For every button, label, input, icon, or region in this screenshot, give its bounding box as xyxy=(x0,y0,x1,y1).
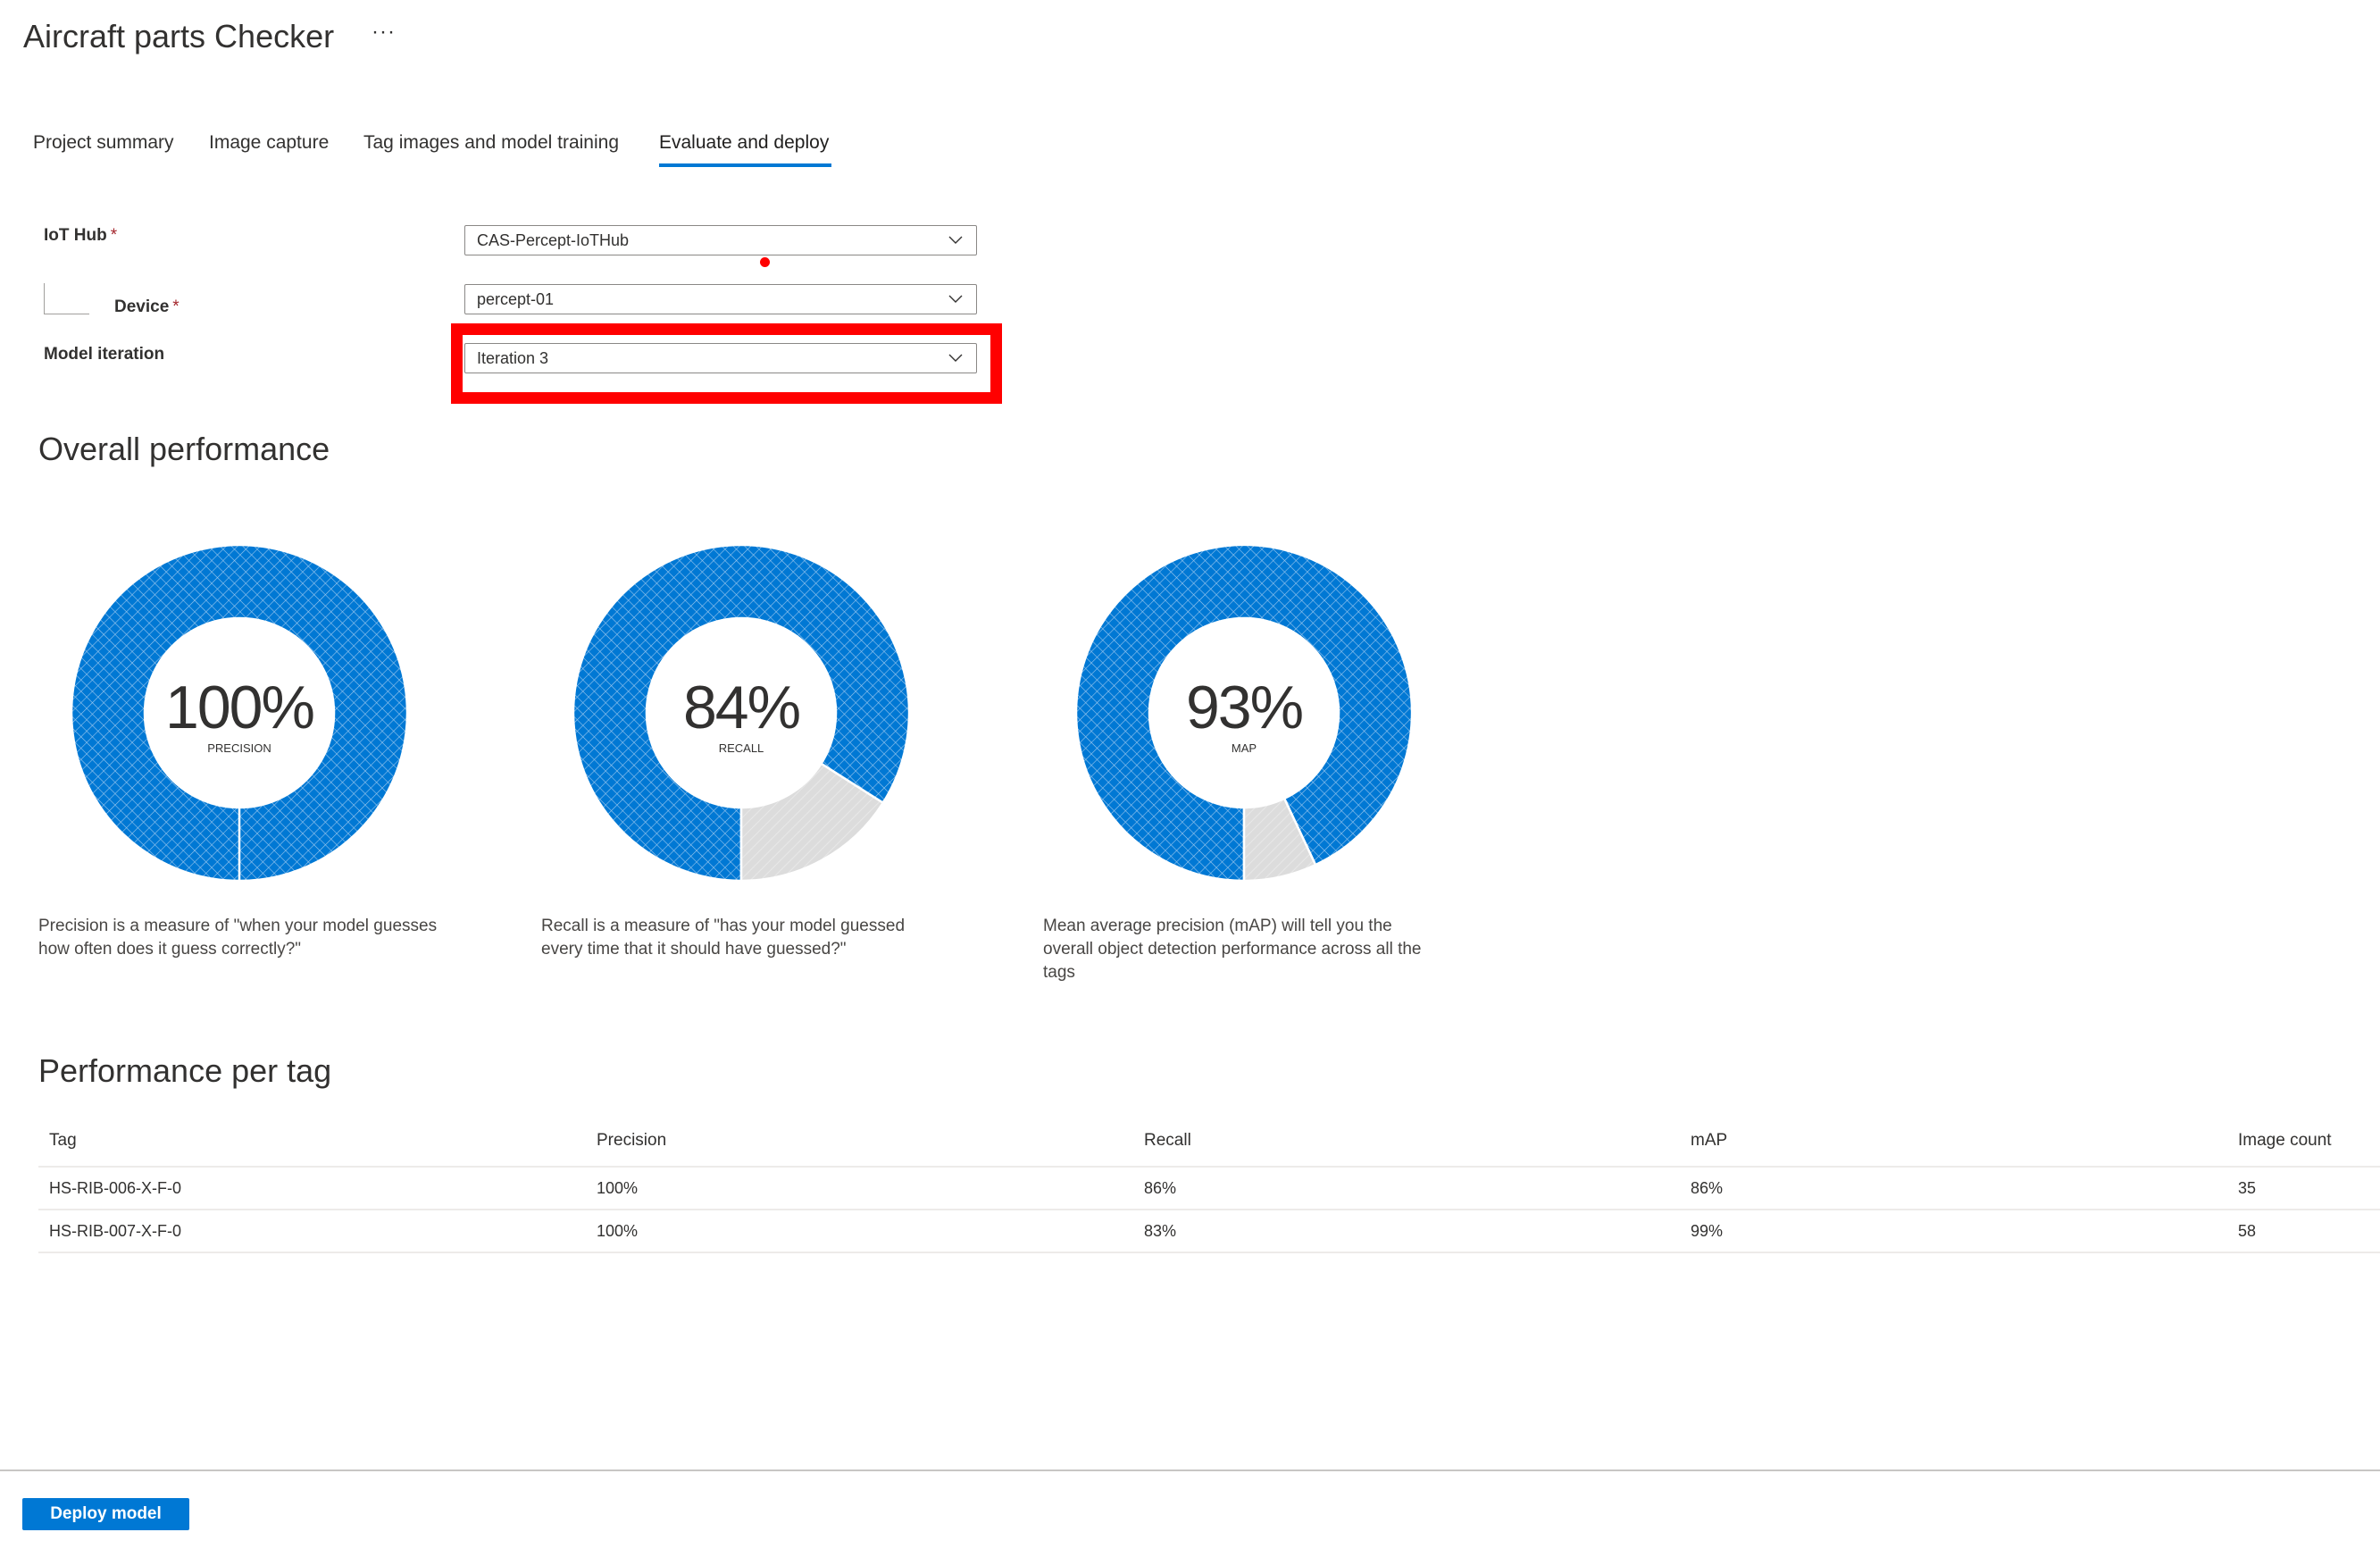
model-iteration-label: Model iteration xyxy=(44,345,165,364)
precision-label: PRECISION xyxy=(207,741,271,755)
cell-precision: 100% xyxy=(597,1222,639,1240)
cell-image-count: 58 xyxy=(2238,1222,2257,1240)
precision-donut: 100% PRECISION xyxy=(70,543,409,883)
tab-project-summary[interactable]: Project summary xyxy=(33,132,174,154)
iot-hub-label-text: IoT Hub xyxy=(44,226,107,245)
tab-evaluate-and-deploy[interactable]: Evaluate and deploy xyxy=(659,132,829,154)
chevron-down-icon xyxy=(948,354,963,362)
map-donut: 93% MAP xyxy=(1074,543,1414,883)
more-options-icon[interactable]: ··· xyxy=(372,20,396,45)
footer-divider xyxy=(0,1469,2380,1471)
iot-hub-value: CAS-Percept-IoTHub xyxy=(477,231,630,249)
required-marker: * xyxy=(172,297,180,316)
model-iteration-value: Iteration 3 xyxy=(477,349,549,367)
cell-recall: 86% xyxy=(1144,1179,1177,1197)
model-iteration-dropdown[interactable]: Iteration 3 xyxy=(464,343,977,373)
chevron-down-icon xyxy=(948,236,963,244)
column-header-map[interactable]: mAP xyxy=(1691,1131,1727,1151)
column-header-image-count[interactable]: Image count xyxy=(2238,1131,2332,1151)
column-header-tag[interactable]: Tag xyxy=(49,1131,77,1151)
device-dropdown[interactable]: percept-01 xyxy=(464,284,977,314)
cell-precision: 100% xyxy=(597,1179,639,1197)
precision-description: Precision is a measure of "when your mod… xyxy=(38,917,438,959)
device-label-text: Device xyxy=(114,297,170,316)
cell-map: 86% xyxy=(1691,1179,1724,1197)
performance-per-tag-heading: Performance per tag xyxy=(38,1052,332,1089)
precision-value: 100% xyxy=(165,674,315,741)
required-marker: * xyxy=(110,226,118,245)
active-tab-indicator xyxy=(659,163,831,167)
column-header-recall[interactable]: Recall xyxy=(1144,1131,1191,1151)
cell-image-count: 35 xyxy=(2238,1179,2257,1197)
recall-label: RECALL xyxy=(718,741,764,755)
page-title: Aircraft parts Checker xyxy=(23,18,335,54)
iot-hub-dropdown[interactable]: CAS-Percept-IoTHub xyxy=(464,225,977,255)
cell-tag: HS-RIB-007-X-F-0 xyxy=(49,1222,182,1240)
map-description: Mean average precision (mAP) will tell y… xyxy=(1043,917,1422,982)
map-label: MAP xyxy=(1231,741,1257,755)
recall-donut: 84% RECALL xyxy=(572,543,911,883)
device-value: percept-01 xyxy=(477,290,555,308)
map-value: 93% xyxy=(1185,674,1304,741)
iot-hub-label: IoT Hub * xyxy=(44,226,117,246)
row-divider xyxy=(38,1252,2380,1253)
overall-performance-heading: Overall performance xyxy=(38,431,330,467)
row-divider xyxy=(38,1209,2380,1210)
cell-tag: HS-RIB-006-X-F-0 xyxy=(49,1179,182,1197)
tab-tag-images-and-model-training[interactable]: Tag images and model training xyxy=(363,132,619,154)
row-divider xyxy=(38,1166,2380,1168)
chevron-down-icon xyxy=(948,295,963,303)
tab-image-capture[interactable]: Image capture xyxy=(209,132,329,154)
tree-connector xyxy=(44,283,89,314)
deploy-model-button[interactable]: Deploy model xyxy=(22,1498,189,1530)
recall-value: 84% xyxy=(682,674,801,741)
device-label: Device * xyxy=(114,297,180,317)
recall-description: Recall is a measure of "has your model g… xyxy=(541,917,906,959)
cell-map: 99% xyxy=(1691,1222,1724,1240)
cell-recall: 83% xyxy=(1144,1222,1177,1240)
column-header-precision[interactable]: Precision xyxy=(597,1131,666,1151)
annotation-dot xyxy=(760,257,770,267)
